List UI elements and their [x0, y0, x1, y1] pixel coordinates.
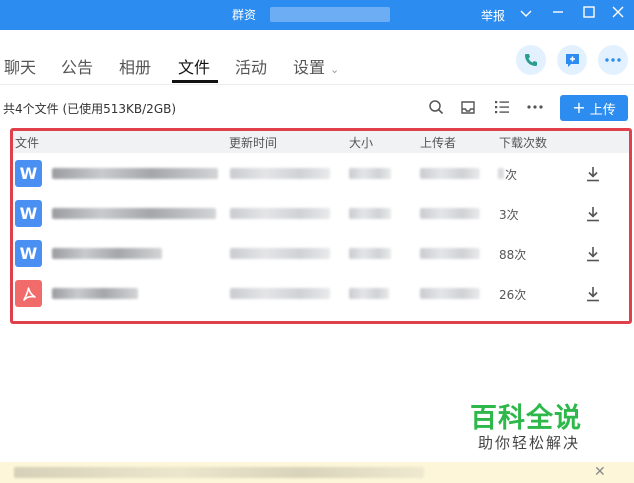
notice-text-blurred [14, 467, 424, 478]
chevron-down-icon[interactable] [516, 5, 536, 25]
tab-announcement[interactable]: 公告 [61, 54, 93, 78]
window-title-blurred [270, 7, 390, 22]
tab-activity[interactable]: 活动 [235, 54, 267, 78]
tab-chat[interactable]: 聊天 [4, 54, 36, 78]
plus-icon: + [572, 98, 586, 117]
minimize-icon[interactable] [548, 5, 568, 25]
more-options-button[interactable] [598, 45, 628, 75]
notice-bar: ✕ [0, 462, 634, 483]
close-icon[interactable] [608, 5, 628, 25]
add-message-button[interactable] [557, 45, 587, 75]
inbox-icon[interactable] [458, 97, 478, 117]
nav-divider [0, 84, 634, 85]
phone-icon [525, 54, 537, 66]
tab-settings[interactable]: 设置 ⌄ [293, 54, 339, 78]
window-title-bar: 群资 举报 [0, 0, 634, 30]
window-title: 群资 [232, 8, 257, 22]
chevron-down-icon: ⌄ [330, 63, 340, 76]
tab-album[interactable]: 相册 [119, 54, 151, 78]
chat-add-icon [565, 53, 579, 67]
watermark-title: 百科全说 [470, 403, 582, 434]
more-dots-icon [605, 58, 621, 62]
tab-files[interactable]: 文件 [178, 54, 210, 78]
highlight-frame [10, 128, 632, 324]
list-view-icon[interactable] [492, 97, 512, 117]
file-count-summary: 共4个文件 (已使用513KB/2GB) [3, 102, 177, 116]
report-button[interactable]: 举报 [481, 7, 505, 24]
search-icon[interactable] [426, 97, 446, 117]
maximize-icon[interactable] [579, 5, 599, 25]
active-tab-underline [172, 80, 218, 83]
watermark-subtitle: 助你轻松解决 [478, 434, 581, 452]
upload-label: 上传 [589, 102, 616, 118]
more-dots-icon[interactable] [525, 97, 545, 117]
close-icon[interactable]: ✕ [594, 464, 606, 480]
tab-settings-label: 设置 [293, 58, 326, 77]
phone-call-button[interactable] [516, 45, 546, 75]
upload-button[interactable]: + 上传 [560, 95, 628, 121]
